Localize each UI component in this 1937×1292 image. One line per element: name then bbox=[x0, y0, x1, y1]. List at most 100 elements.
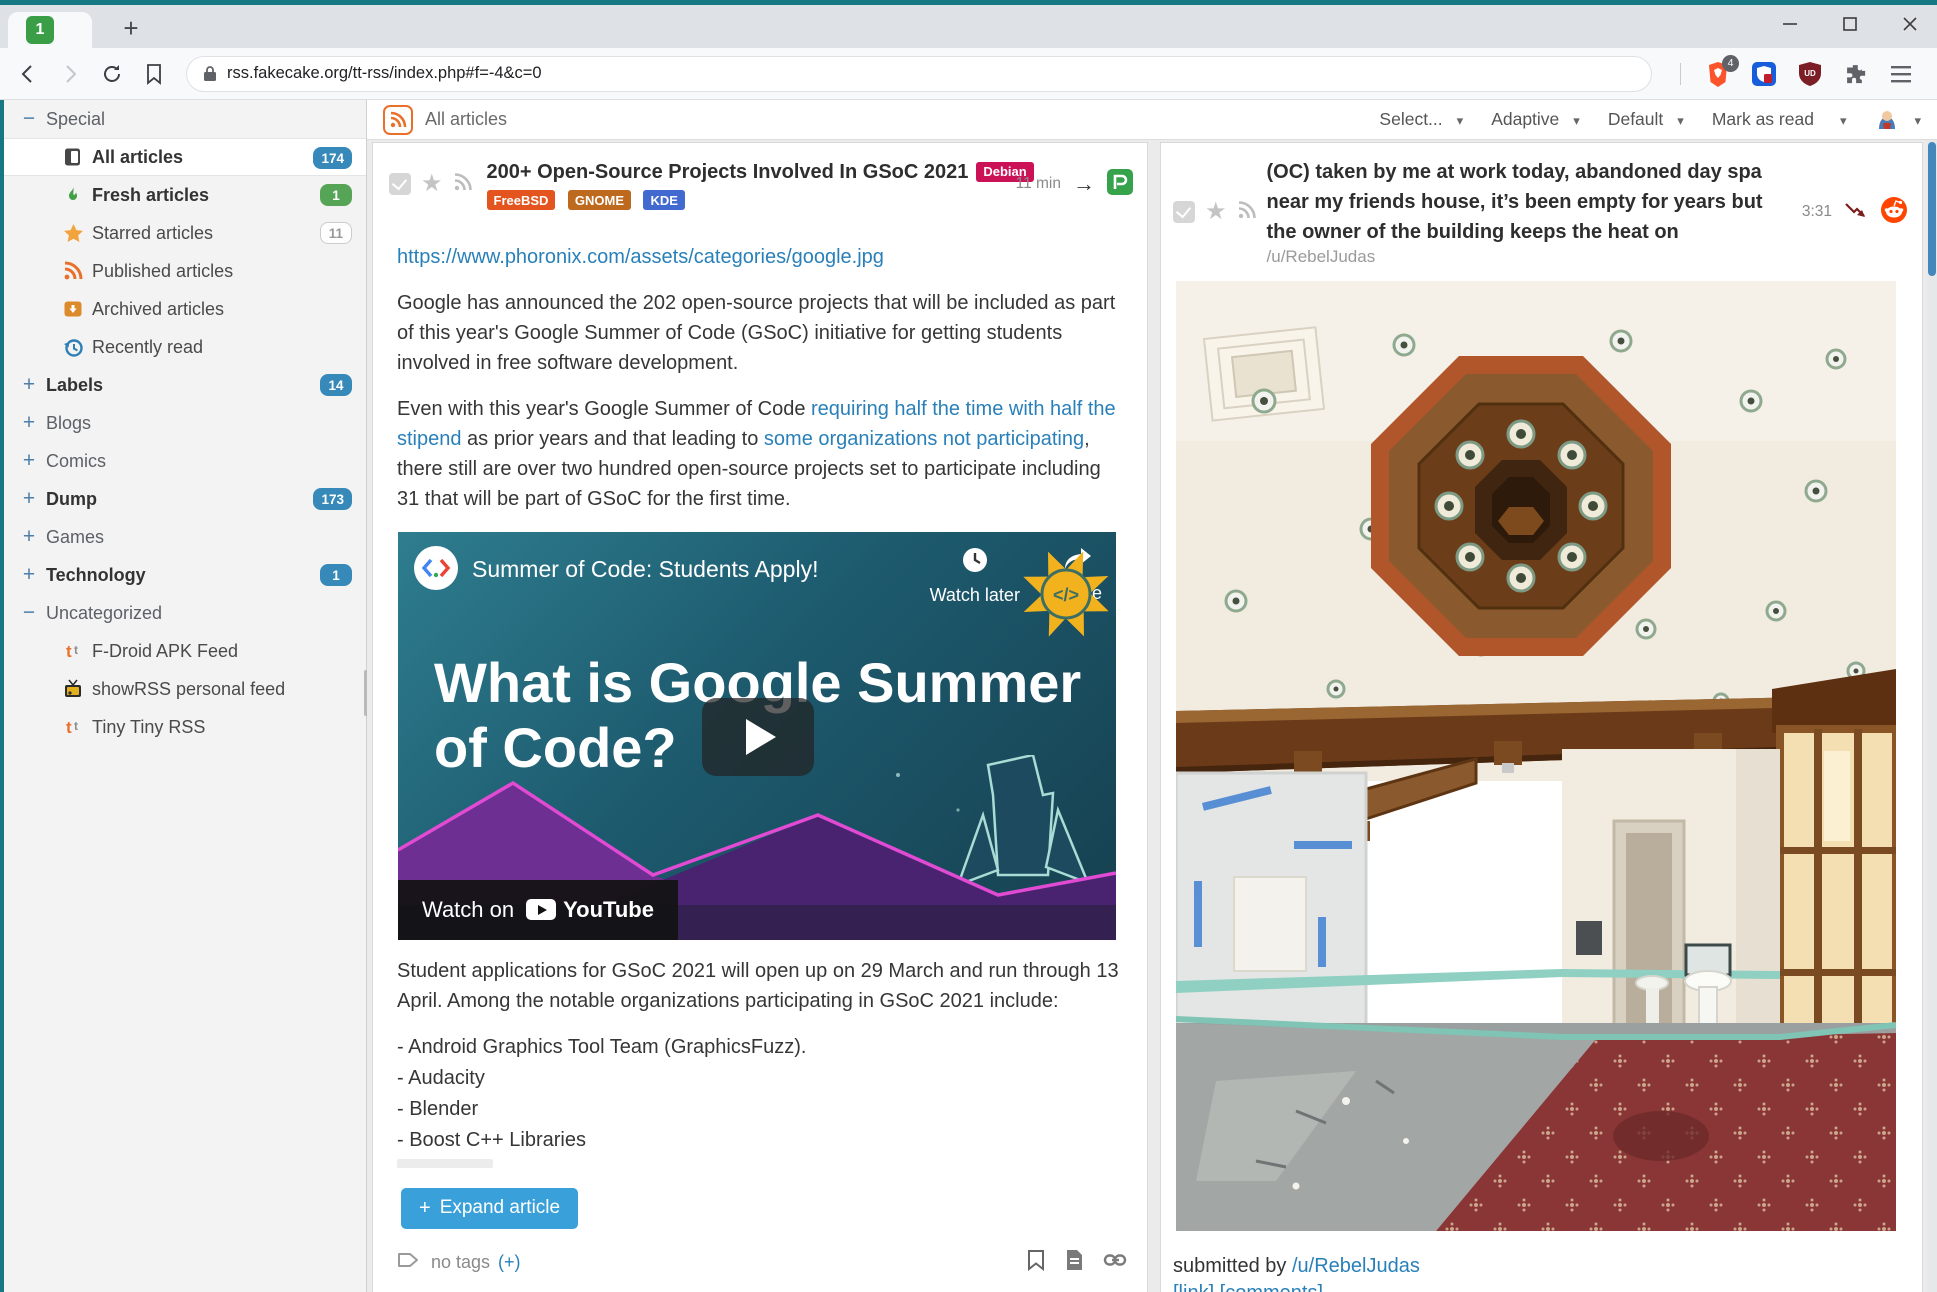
select-dropdown[interactable]: Select... bbox=[1379, 109, 1463, 130]
inline-link[interactable]: some organizations not participating bbox=[764, 428, 1084, 450]
brave-rewards-icon[interactable]: 4 bbox=[1703, 59, 1733, 89]
watch-later-button[interactable]: Watch later bbox=[930, 546, 1020, 610]
youtube-embed[interactable]: Summer of Code: Students Apply! Watch la… bbox=[398, 532, 1116, 940]
sidebar-category-special[interactable]: Special bbox=[4, 100, 366, 138]
forward-button[interactable] bbox=[56, 60, 84, 88]
sidebar-item-starred-articles[interactable]: Starred articles 11 bbox=[4, 214, 366, 252]
svg-text:t: t bbox=[74, 643, 78, 657]
sidebar-category-technology[interactable]: Technology 1 bbox=[4, 556, 366, 594]
current-feed: All articles bbox=[383, 105, 507, 135]
reload-button[interactable] bbox=[98, 60, 126, 88]
play-button[interactable] bbox=[702, 698, 814, 776]
no-tags-label: no tags bbox=[431, 1252, 490, 1273]
sidebar-item-all-articles[interactable]: All articles 174 bbox=[4, 138, 366, 176]
reddit-site-icon bbox=[1880, 196, 1908, 229]
expand-icon[interactable] bbox=[16, 373, 42, 397]
dump-count-badge: 173 bbox=[313, 488, 352, 510]
star-toggle-icon[interactable] bbox=[1205, 201, 1227, 223]
article-author: /u/RebelJudas bbox=[1267, 247, 1376, 266]
article-title[interactable]: (OC) taken by me at work today, abandone… bbox=[1267, 161, 1763, 243]
sidebar-category-games[interactable]: Games bbox=[4, 518, 366, 556]
expand-icon[interactable] bbox=[16, 563, 42, 587]
plus-icon bbox=[419, 1197, 431, 1220]
sidebar-category-blogs[interactable]: Blogs bbox=[4, 404, 366, 442]
ublock-icon[interactable]: UD bbox=[1795, 59, 1825, 89]
close-button[interactable] bbox=[1897, 11, 1923, 37]
link-icon[interactable] bbox=[1103, 1250, 1127, 1275]
score-trend-icon bbox=[1844, 201, 1868, 224]
sort-order-dropdown[interactable]: Default bbox=[1608, 109, 1684, 130]
sidebar-item-showrss-feed[interactable]: showRSS personal feed bbox=[4, 670, 366, 708]
browser-menu-icon[interactable] bbox=[1887, 59, 1917, 89]
browser-tab[interactable]: 1 bbox=[8, 12, 92, 48]
sidebar-item-published-articles[interactable]: Published articles bbox=[4, 252, 366, 290]
maximize-button[interactable] bbox=[1837, 11, 1863, 37]
article-photo[interactable] bbox=[1176, 281, 1896, 1231]
mark-as-read-button[interactable]: Mark as read bbox=[1712, 109, 1847, 130]
image-link[interactable]: https://www.phoronix.com/assets/categori… bbox=[397, 242, 1125, 272]
article-checkbox[interactable] bbox=[1173, 201, 1195, 223]
new-tab-button[interactable] bbox=[116, 14, 146, 44]
bookmark-icon[interactable] bbox=[1027, 1249, 1045, 1276]
collapse-icon[interactable] bbox=[16, 601, 42, 625]
headlines-pane: All articles Select... Adaptive Default … bbox=[367, 100, 1937, 1292]
tag-icon bbox=[397, 1250, 421, 1275]
publish-rss-icon[interactable] bbox=[1237, 200, 1257, 225]
scrollbar[interactable] bbox=[1927, 140, 1937, 1292]
chevron-down-icon bbox=[1840, 109, 1847, 130]
scrollbar-thumb[interactable] bbox=[1928, 142, 1936, 276]
extensions-puzzle-icon[interactable] bbox=[1841, 59, 1871, 89]
ttrss-app: Special All articles 174 Fresh articles … bbox=[0, 100, 1937, 1292]
feed-title: All articles bbox=[425, 109, 507, 130]
bookmark-button[interactable] bbox=[140, 60, 168, 88]
channel-avatar-icon[interactable] bbox=[414, 546, 458, 590]
expand-icon[interactable] bbox=[16, 525, 42, 549]
article-age: 11 min bbox=[1016, 175, 1061, 193]
sidebar-item-tinytinyrss-feed[interactable]: tt Tiny Tiny RSS bbox=[4, 708, 366, 746]
expand-article-button[interactable]: Expand article bbox=[401, 1188, 578, 1229]
ttrss-favicon-icon: tt bbox=[62, 716, 84, 738]
minimize-button[interactable] bbox=[1777, 11, 1803, 37]
publish-rss-icon[interactable] bbox=[453, 172, 473, 197]
clock-icon bbox=[961, 546, 989, 574]
collapse-icon[interactable] bbox=[16, 107, 42, 131]
chevron-down-icon bbox=[1914, 109, 1921, 130]
chevron-down-icon bbox=[1573, 109, 1580, 130]
sidebar-category-dump[interactable]: Dump 173 bbox=[4, 480, 366, 518]
add-tag-link[interactable]: (+) bbox=[498, 1252, 521, 1273]
article-checkbox[interactable] bbox=[389, 173, 411, 195]
unread-count-badge: 174 bbox=[313, 147, 352, 169]
extension-badge: 4 bbox=[1722, 55, 1739, 72]
view-mode-dropdown[interactable]: Adaptive bbox=[1491, 109, 1580, 130]
password-manager-icon[interactable] bbox=[1749, 59, 1779, 89]
note-icon[interactable] bbox=[1065, 1249, 1083, 1276]
list-item: - Blender bbox=[397, 1094, 1125, 1125]
expand-icon[interactable] bbox=[16, 411, 42, 435]
svg-text:t: t bbox=[74, 719, 78, 733]
sidebar-category-uncategorized[interactable]: Uncategorized bbox=[4, 594, 366, 632]
star-toggle-icon[interactable] bbox=[421, 173, 443, 195]
sidebar-category-labels[interactable]: Labels 14 bbox=[4, 366, 366, 404]
rss-icon bbox=[62, 260, 84, 282]
watch-on-youtube-button[interactable]: Watch on YouTube bbox=[398, 880, 678, 940]
flame-icon bbox=[62, 184, 84, 206]
labels-count-badge: 14 bbox=[320, 374, 352, 396]
expand-icon[interactable] bbox=[16, 449, 42, 473]
profile-menu[interactable] bbox=[1874, 107, 1921, 133]
back-button[interactable] bbox=[14, 60, 42, 88]
svg-text:t: t bbox=[66, 642, 72, 661]
reddit-footer-links[interactable]: [link] [comments] bbox=[1173, 1282, 1323, 1292]
open-original-icon[interactable] bbox=[1073, 171, 1095, 197]
sidebar-item-fdroid-feed[interactable]: tt F-Droid APK Feed bbox=[4, 632, 366, 670]
sidebar-item-recently-read[interactable]: Recently read bbox=[4, 328, 366, 366]
article-title[interactable]: 200+ Open-Source Projects Involved In GS… bbox=[487, 161, 969, 183]
expand-icon[interactable] bbox=[16, 487, 42, 511]
author-link[interactable]: /u/RebelJudas bbox=[1292, 1255, 1420, 1277]
sidebar-item-fresh-articles[interactable]: Fresh articles 1 bbox=[4, 176, 366, 214]
sidebar-item-archived-articles[interactable]: Archived articles bbox=[4, 290, 366, 328]
sidebar-category-comics[interactable]: Comics bbox=[4, 442, 366, 480]
address-bar[interactable]: rss.fakecake.org/tt-rss/index.php#f=-4&c… bbox=[186, 56, 1652, 92]
label-badge-kde: KDE bbox=[643, 190, 684, 210]
video-title[interactable]: Summer of Code: Students Apply! bbox=[472, 554, 818, 584]
browser-window: 1 rss.fakecake.org bbox=[0, 0, 1937, 1292]
